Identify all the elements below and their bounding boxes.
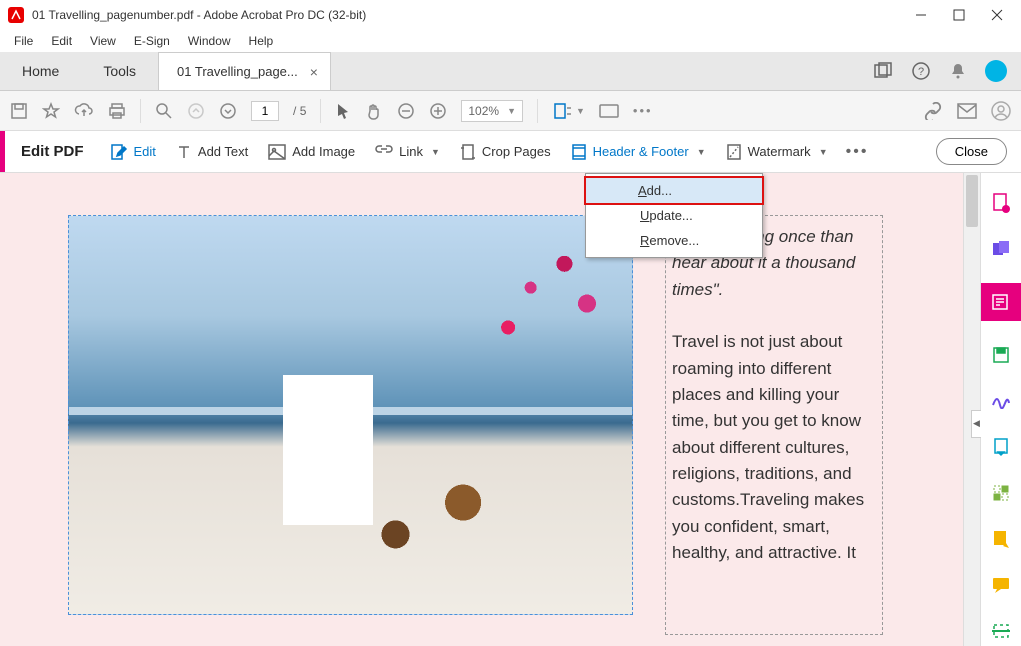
scan-rail-icon[interactable]	[989, 619, 1013, 643]
page-down-icon[interactable]	[219, 102, 237, 120]
collapse-rail-icon[interactable]: ◀	[971, 410, 981, 438]
cloud-upload-icon[interactable]	[74, 102, 94, 120]
page-view[interactable]: ee something once than hear about it a t…	[0, 173, 980, 646]
close-button[interactable]	[991, 9, 1005, 21]
watermark-tool[interactable]: Watermark ▼	[716, 131, 838, 172]
tabs-row: Home Tools 01 Travelling_page... × ?	[0, 52, 1021, 91]
star-icon[interactable]	[42, 102, 60, 120]
tab-tools[interactable]: Tools	[81, 52, 158, 90]
scrollbar-thumb[interactable]	[966, 175, 978, 227]
caret-icon: ▼	[697, 147, 706, 157]
menu-file[interactable]: File	[6, 32, 41, 50]
watermark-icon	[726, 143, 742, 161]
add-text-tool[interactable]: Add Text	[166, 131, 258, 172]
menu-view[interactable]: View	[82, 32, 124, 50]
tab-home[interactable]: Home	[0, 52, 81, 90]
crop-icon	[460, 143, 476, 161]
menubar: File Edit View E-Sign Window Help	[0, 30, 1021, 52]
edit-icon	[110, 143, 128, 161]
maximize-button[interactable]	[953, 9, 967, 21]
menu-esign[interactable]: E-Sign	[126, 32, 178, 50]
text-icon	[176, 144, 192, 160]
zoom-out-icon[interactable]	[397, 102, 415, 120]
tab-document-label: 01 Travelling_page...	[177, 64, 298, 79]
body-text: Travel is not just about roaming into di…	[672, 332, 864, 562]
dropdown-update[interactable]: Update...	[586, 203, 762, 228]
comment-rail-icon[interactable]	[989, 573, 1013, 597]
link-tool[interactable]: Link ▼	[365, 131, 450, 172]
save-icon[interactable]	[10, 102, 28, 120]
menu-help[interactable]: Help	[241, 32, 282, 50]
zoom-in-icon[interactable]	[429, 102, 447, 120]
minimize-button[interactable]	[915, 9, 929, 21]
header-footer-icon	[571, 143, 587, 161]
svg-text:+: +	[1004, 205, 1009, 214]
account-icon[interactable]	[991, 101, 1011, 121]
more-options-icon[interactable]: •••	[838, 143, 877, 161]
tools-rail: ◀ +	[980, 173, 1021, 646]
image-icon	[268, 144, 286, 160]
share-app-icon[interactable]	[873, 61, 893, 81]
link-icon	[375, 145, 393, 159]
edit-pdf-toolbar: Edit PDF Edit Add Text Add Image Link ▼ …	[0, 131, 1021, 173]
edit-pdf-rail-icon[interactable]	[981, 283, 1021, 321]
header-footer-tool[interactable]: Header & Footer ▼	[561, 131, 716, 172]
document-area: ee something once than hear about it a t…	[0, 173, 980, 646]
fit-width-icon[interactable]: ▼	[552, 102, 585, 120]
link-share-icon[interactable]	[923, 102, 943, 120]
page-up-icon[interactable]	[187, 102, 205, 120]
image-edit-box[interactable]	[68, 215, 633, 615]
edit-tool[interactable]: Edit	[100, 131, 166, 172]
organize-rail-icon[interactable]	[989, 481, 1013, 505]
hand-tool-icon[interactable]	[365, 102, 383, 120]
dropdown-add[interactable]: Add...	[584, 176, 764, 205]
edit-pdf-label: Edit PDF	[5, 143, 100, 160]
user-avatar[interactable]	[985, 60, 1007, 82]
titlebar: 01 Travelling_pagenumber.pdf - Adobe Acr…	[0, 0, 1021, 30]
dropdown-remove[interactable]: Remove...	[586, 228, 762, 253]
print-icon[interactable]	[108, 102, 126, 120]
tab-close-icon[interactable]: ×	[310, 64, 318, 80]
save-rail-icon[interactable]	[989, 343, 1013, 367]
create-pdf-icon[interactable]: +	[989, 191, 1013, 215]
zoom-level-dropdown[interactable]: 102%▼	[461, 100, 523, 122]
add-image-tool[interactable]: Add Image	[258, 131, 365, 172]
svg-text:?: ?	[918, 66, 924, 78]
find-icon[interactable]	[155, 102, 173, 120]
text-edit-box[interactable]: ee something once than hear about it a t…	[665, 215, 883, 635]
help-icon[interactable]: ?	[911, 61, 931, 81]
menu-window[interactable]: Window	[180, 32, 239, 50]
menu-edit[interactable]: Edit	[43, 32, 80, 50]
header-footer-dropdown: Add... Update... Remove...	[585, 173, 763, 258]
keyboard-icon[interactable]	[599, 104, 619, 118]
caret-icon: ▼	[819, 147, 828, 157]
page-total: / 5	[293, 104, 306, 118]
tab-document[interactable]: 01 Travelling_page... ×	[158, 52, 331, 90]
bell-icon[interactable]	[949, 62, 967, 80]
export-rail-icon[interactable]	[989, 435, 1013, 459]
caret-icon: ▼	[431, 147, 440, 157]
window-controls	[915, 9, 1013, 21]
sign-rail-icon[interactable]	[989, 389, 1013, 413]
combine-files-icon[interactable]	[989, 237, 1013, 261]
page-number-input[interactable]	[251, 101, 279, 121]
send-comments-icon[interactable]	[989, 527, 1013, 551]
email-icon[interactable]	[957, 103, 977, 119]
more-tools-icon[interactable]: •••	[633, 103, 653, 118]
window-title: 01 Travelling_pagenumber.pdf - Adobe Acr…	[32, 8, 915, 22]
close-edit-button[interactable]: Close	[936, 138, 1007, 165]
main-toolbar: / 5 102%▼ ▼ •••	[0, 91, 1021, 131]
crop-pages-tool[interactable]: Crop Pages	[450, 131, 561, 172]
select-tool-icon[interactable]	[335, 102, 351, 120]
acrobat-icon	[8, 7, 24, 23]
